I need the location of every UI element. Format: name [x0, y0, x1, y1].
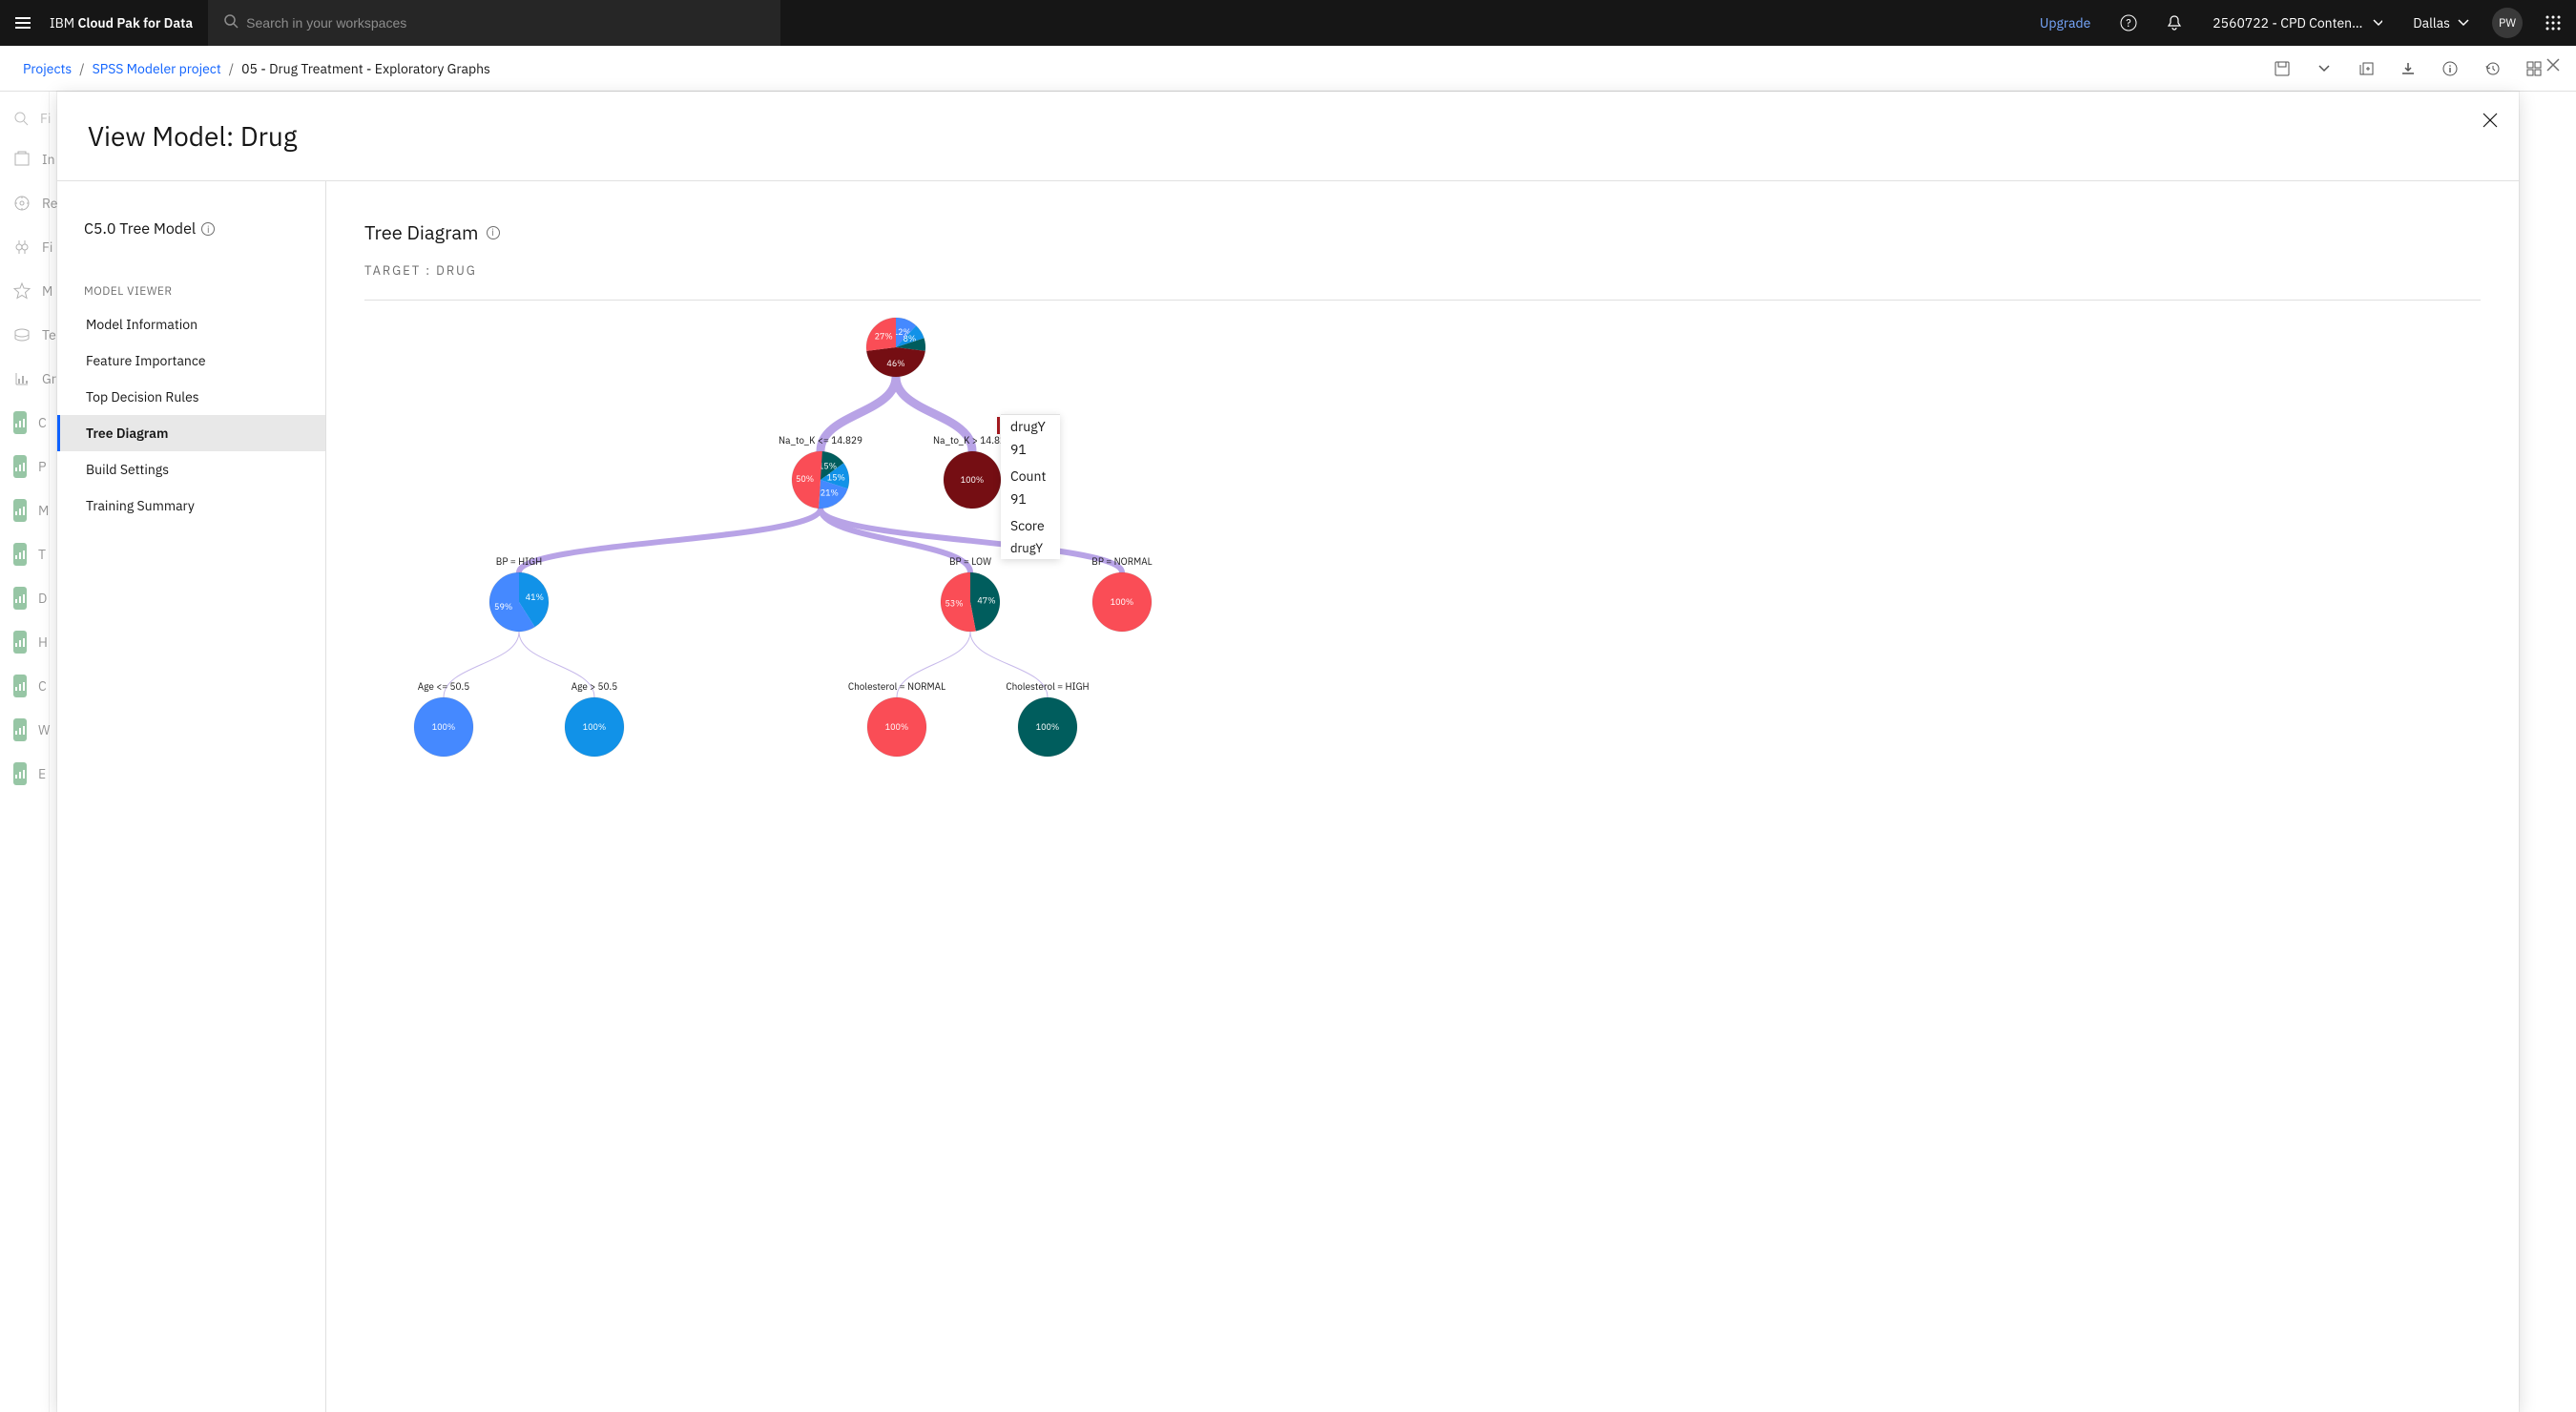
- hamburger-icon: [15, 22, 31, 24]
- svg-text:15%: 15%: [827, 472, 845, 483]
- user-avatar[interactable]: PW: [2492, 8, 2523, 38]
- node-tooltip: drugY 91 Count 91 Score drugY: [1001, 414, 1060, 559]
- svg-text:Cholesterol = NORMAL: Cholesterol = NORMAL: [848, 680, 945, 693]
- breadcrumb-spss-project[interactable]: SPSS Modeler project: [93, 60, 221, 77]
- svg-text:100%: 100%: [583, 722, 607, 733]
- svg-text:?: ?: [2127, 17, 2131, 31]
- help-button[interactable]: ?: [2106, 0, 2151, 46]
- svg-text:41%: 41%: [526, 592, 544, 603]
- nav-section-label: MODEL VIEWER: [57, 239, 325, 306]
- svg-text:Na_to_K > 14.829: Na_to_K > 14.829: [933, 434, 1011, 446]
- info-button[interactable]: [2431, 50, 2469, 88]
- nav-item-tree-diagram[interactable]: Tree Diagram: [57, 415, 325, 451]
- model-main-panel: Tree Diagram i TARGET : DRUG 12%8%46%27%…: [326, 181, 2519, 1412]
- notifications-button[interactable]: [2151, 0, 2197, 46]
- nav-item-model-information[interactable]: Model Information: [57, 306, 325, 343]
- svg-text:100%: 100%: [885, 722, 909, 733]
- download-button[interactable]: [2389, 50, 2427, 88]
- svg-text:50%: 50%: [796, 474, 814, 485]
- svg-text:Cholesterol = HIGH: Cholesterol = HIGH: [1006, 680, 1089, 693]
- svg-text:53%: 53%: [945, 599, 963, 610]
- nav-item-feature-importance[interactable]: Feature Importance: [57, 343, 325, 379]
- info-icon[interactable]: i: [487, 226, 500, 239]
- nav-item-build-settings[interactable]: Build Settings: [57, 451, 325, 488]
- chevron-down-icon: [2373, 19, 2383, 27]
- svg-text:59%: 59%: [494, 602, 512, 613]
- svg-text:Age > 50.5: Age > 50.5: [571, 680, 618, 693]
- diagram-title: Tree Diagram: [364, 219, 479, 245]
- close-icon: [2483, 113, 2498, 128]
- svg-text:Age <= 50.5: Age <= 50.5: [418, 680, 470, 693]
- svg-text:BP = LOW: BP = LOW: [949, 555, 991, 568]
- app-body: Fi InReFiMTeGrCPMTDHCWE View Model: Drug…: [0, 92, 2576, 1412]
- breadcrumb-current: 05 - Drug Treatment - Exploratory Graphs: [241, 60, 490, 77]
- svg-text:100%: 100%: [961, 475, 985, 486]
- nav-item-training-summary[interactable]: Training Summary: [57, 488, 325, 524]
- svg-text:100%: 100%: [1036, 722, 1060, 733]
- add-button[interactable]: [2347, 50, 2385, 88]
- search-input[interactable]: [246, 15, 765, 31]
- app-switcher-button[interactable]: [2530, 0, 2576, 46]
- nav-item-top-decision-rules[interactable]: Top Decision Rules: [57, 379, 325, 415]
- tree-diagram-canvas[interactable]: 12%8%46%27%15%15%21%50%Na_to_K <= 14.829…: [364, 310, 2481, 1412]
- brand-label: IBM Cloud Pak for Data: [46, 14, 208, 31]
- global-search[interactable]: [208, 0, 780, 46]
- modal-close-button[interactable]: [2475, 105, 2505, 135]
- search-icon: [223, 13, 239, 32]
- save-dropdown-button[interactable]: [2305, 50, 2343, 88]
- breadcrumb-bar: Projects / SPSS Modeler project / 05 - D…: [0, 46, 2576, 92]
- target-label: TARGET : DRUG: [364, 262, 2519, 279]
- svg-text:47%: 47%: [977, 595, 995, 606]
- hamburger-menu-button[interactable]: [0, 0, 46, 46]
- svg-text:100%: 100%: [1111, 597, 1134, 608]
- chevron-down-icon: [2458, 19, 2469, 27]
- svg-text:46%: 46%: [886, 359, 904, 369]
- save-button[interactable]: [2263, 50, 2301, 88]
- view-model-modal: View Model: Drug C5.0 Tree Model i MODEL…: [57, 92, 2519, 1412]
- modal-header: View Model: Drug: [57, 92, 2519, 181]
- svg-text:BP = HIGH: BP = HIGH: [496, 555, 542, 568]
- history-button[interactable]: [2473, 50, 2511, 88]
- model-type-label: C5.0 Tree Model i: [57, 219, 325, 239]
- app-grid-icon: [2545, 15, 2561, 31]
- region-selector[interactable]: Dallas: [2398, 14, 2484, 31]
- svg-text:BP = NORMAL: BP = NORMAL: [1091, 555, 1152, 568]
- svg-text:100%: 100%: [432, 722, 456, 733]
- modal-title: View Model: Drug: [88, 118, 2488, 154]
- page-close-button[interactable]: [2538, 50, 2568, 80]
- svg-text:27%: 27%: [875, 332, 893, 343]
- info-icon[interactable]: i: [201, 222, 215, 236]
- svg-text:21%: 21%: [821, 488, 839, 499]
- model-viewer-nav: C5.0 Tree Model i MODEL VIEWER Model Inf…: [57, 181, 326, 1412]
- top-bar: IBM Cloud Pak for Data Upgrade ? 2560722…: [0, 0, 2576, 46]
- workspace-selector[interactable]: 2560722 - CPD Content De...: [2197, 14, 2398, 31]
- svg-text:Na_to_K <= 14.829: Na_to_K <= 14.829: [779, 434, 862, 446]
- upgrade-link[interactable]: Upgrade: [2025, 14, 2106, 31]
- breadcrumb-projects[interactable]: Projects: [23, 60, 72, 77]
